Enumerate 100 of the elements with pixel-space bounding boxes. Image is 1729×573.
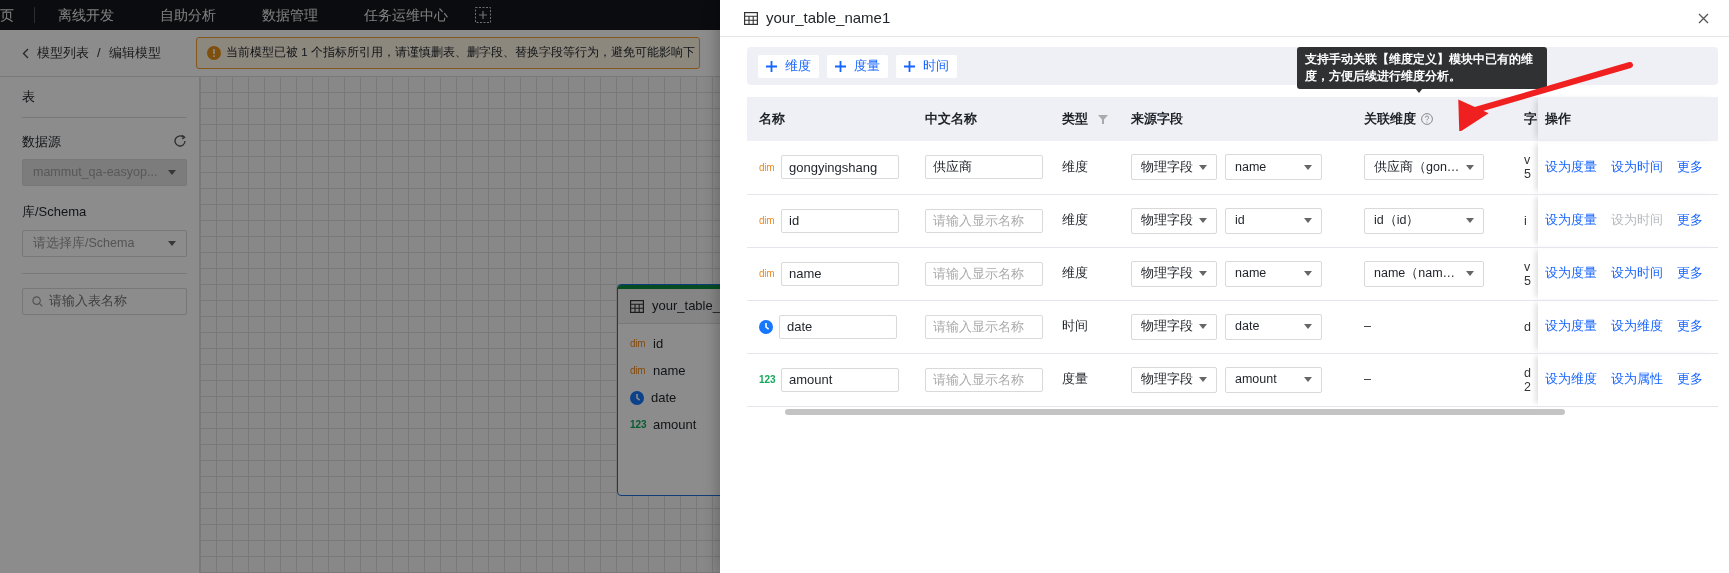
display-name-input[interactable]: 请输入显示名称 (925, 208, 1043, 233)
source-field-select[interactable]: amount (1225, 366, 1322, 393)
search-field[interactable]: 请输入表名称 (22, 287, 187, 315)
node-title: your_table_ (652, 297, 720, 316)
action-link[interactable]: 设为时间 (1611, 266, 1663, 281)
nav-item[interactable]: 数据管理 (239, 4, 341, 26)
source-type-select[interactable]: 物理字段 (1131, 154, 1217, 181)
dimension-icon: dim (759, 213, 775, 228)
dimension-select[interactable]: name（nam… (1364, 260, 1484, 287)
field-name: id (653, 334, 664, 353)
source-type-select[interactable]: 物理字段 (1131, 260, 1217, 287)
breadcrumb-item: 编辑模型 (108, 44, 161, 63)
cell-text: 5 (1524, 167, 1532, 182)
type-text: 时间 (1062, 319, 1088, 334)
name-input[interactable]: name (781, 261, 899, 286)
nav-item[interactable]: 页 (0, 7, 35, 23)
display-name-input[interactable]: 请输入显示名称 (925, 367, 1043, 392)
warning-icon (207, 46, 221, 60)
action-link[interactable]: 更多 (1677, 159, 1703, 174)
source-field-select[interactable]: name (1225, 260, 1322, 287)
source-field-select[interactable]: date (1225, 313, 1322, 340)
type-text: 维度 (1062, 213, 1088, 228)
add-button[interactable]: 维度 (758, 54, 819, 78)
column-header: 字 (1524, 111, 1537, 126)
source-type-select[interactable]: 物理字段 (1131, 313, 1217, 340)
breadcrumb-item[interactable]: 模型列表 (37, 43, 89, 63)
caret-icon (168, 170, 176, 175)
back-icon[interactable] (22, 47, 29, 59)
add-button[interactable]: 时间 (896, 54, 957, 78)
action-link[interactable]: 设为度量 (1545, 159, 1597, 174)
table-node-card[interactable]: your_table_ dim id dim name date 123 amount (617, 284, 720, 496)
action-link[interactable]: 设为度量 (1545, 319, 1597, 334)
refresh-icon[interactable] (173, 134, 187, 149)
table-icon (630, 299, 644, 313)
name-input[interactable]: id (781, 208, 899, 233)
type-text: 维度 (1062, 159, 1088, 174)
plus-icon (835, 60, 846, 72)
action-link[interactable]: 设为度量 (1545, 213, 1597, 228)
field-name: name (653, 361, 686, 380)
field-label: 数据源 (22, 132, 61, 151)
cell-text: d (1524, 365, 1532, 380)
cell-text: i (1524, 213, 1528, 228)
action-link[interactable]: 更多 (1677, 266, 1703, 281)
nav-item[interactable]: 离线开发 (35, 4, 137, 26)
caret-icon (1304, 377, 1312, 382)
display-name-input[interactable]: 请输入显示名称 (925, 314, 1043, 339)
name-input[interactable]: gongyingshang (781, 155, 899, 180)
caret-icon (1199, 324, 1207, 329)
add-button[interactable]: 度量 (827, 54, 888, 78)
type-text: 维度 (1062, 266, 1088, 281)
name-input[interactable]: date (779, 314, 897, 339)
caret-icon (1304, 164, 1312, 170)
action-link[interactable]: 设为时间 (1611, 159, 1663, 174)
horizontal-scrollbar[interactable] (785, 408, 1565, 415)
column-header: 来源字段 (1131, 111, 1183, 126)
cell-text: v (1524, 153, 1532, 168)
drawer-title: your_table_name1 (766, 7, 891, 28)
display-name-input[interactable]: 供应商 (925, 155, 1043, 180)
dimension-icon: dim (630, 363, 646, 378)
action-link[interactable]: 更多 (1677, 213, 1703, 228)
action-link[interactable]: 设为维度 (1611, 319, 1663, 334)
type-text: 度量 (1062, 372, 1088, 387)
clock-icon (630, 390, 644, 405)
source-type-select[interactable]: 物理字段 (1131, 366, 1217, 393)
action-link[interactable]: 更多 (1677, 372, 1703, 387)
nav-item[interactable]: 任务运维中心 (341, 4, 471, 26)
column-header: 中文名称 (925, 111, 977, 126)
add-icon[interactable] (475, 7, 491, 23)
cell-text: 5 (1524, 273, 1532, 288)
dimension-select[interactable]: 供应商（gon… (1364, 154, 1484, 181)
caret-icon (1466, 164, 1474, 170)
cell-text: v (1524, 259, 1532, 274)
nav-item[interactable]: 自助分析 (137, 4, 239, 26)
field-label: 库/Schema (22, 203, 87, 221)
cell-text: 2 (1524, 379, 1532, 394)
column-header: 操作 (1545, 111, 1571, 126)
dimension-select[interactable]: id（id） (1364, 207, 1484, 234)
source-field-select[interactable]: id (1225, 207, 1322, 234)
display-name-input[interactable]: 请输入显示名称 (925, 261, 1043, 286)
dimension-icon: dim (759, 159, 775, 175)
caret-icon (1304, 271, 1312, 276)
caret-icon (1466, 271, 1474, 276)
name-input[interactable]: amount (781, 367, 899, 392)
field-name: date (651, 388, 677, 407)
source-type-select[interactable]: 物理字段 (1131, 207, 1217, 234)
measure-icon: 123 (630, 417, 646, 432)
action-link[interactable]: 更多 (1677, 319, 1703, 334)
plus-icon (904, 60, 915, 72)
caret-icon (1199, 271, 1207, 276)
dimension-icon: dim (759, 266, 775, 281)
dimension-icon: dim (630, 336, 646, 351)
empty-value: – (1364, 372, 1371, 387)
caret-icon (1199, 377, 1207, 382)
caret-icon (1304, 324, 1312, 329)
section-title: 表 (22, 77, 187, 118)
action-link[interactable]: 设为属性 (1611, 372, 1663, 387)
column-header: 类型 (1062, 111, 1088, 126)
action-link[interactable]: 设为度量 (1545, 266, 1597, 281)
source-field-select[interactable]: name (1225, 154, 1322, 181)
action-link[interactable]: 设为维度 (1545, 372, 1597, 387)
